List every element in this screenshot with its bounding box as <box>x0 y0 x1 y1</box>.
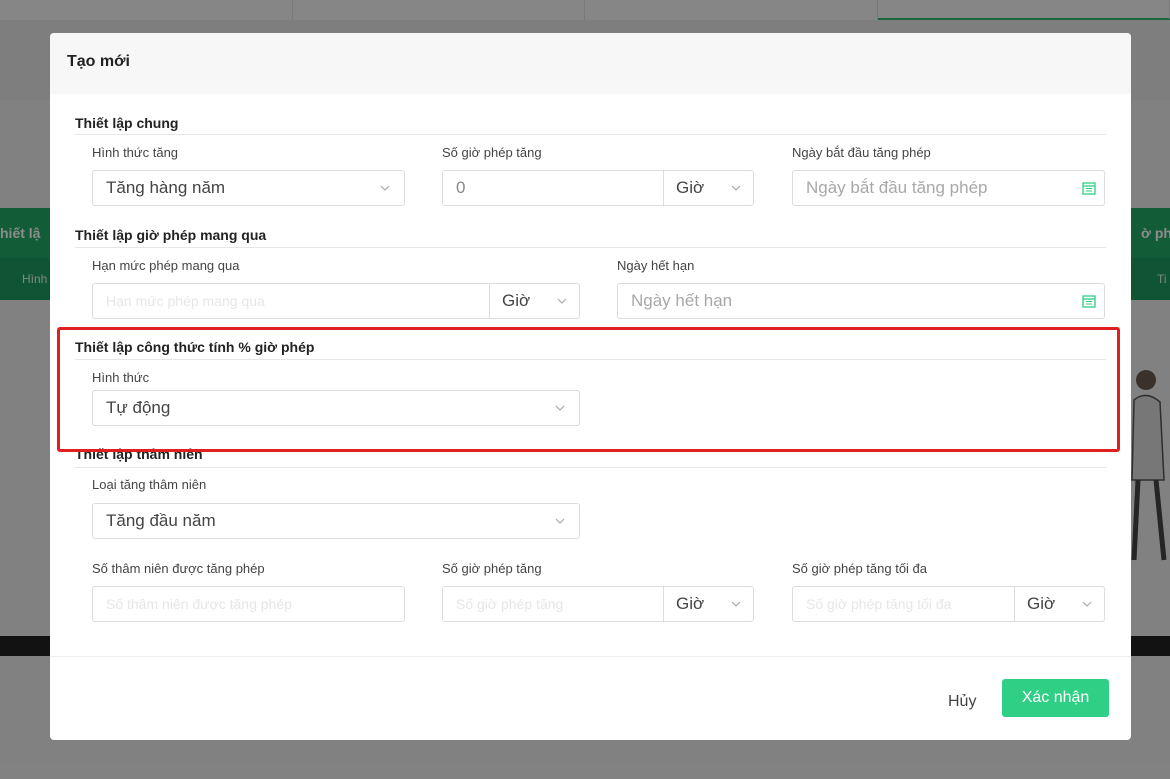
modal-title: Tạo mới <box>67 53 130 70</box>
unit-value: Giờ <box>502 291 531 310</box>
seniority-max-label: Số giờ phép tăng tối đa <box>792 561 928 576</box>
chevron-down-icon <box>555 518 565 524</box>
increase-hours-unit-select[interactable]: Giờ <box>663 171 753 205</box>
section-divider <box>75 467 1106 468</box>
seniority-years-label: Số thâm niên được tăng phép <box>92 561 265 576</box>
start-date-label: Ngày bắt đầu tăng phép <box>792 145 931 160</box>
chevron-down-icon <box>731 185 741 191</box>
seniority-type-label: Loại tăng thâm niên <box>92 477 207 492</box>
footer-divider <box>50 656 1131 657</box>
chevron-down-icon <box>731 601 741 607</box>
carry-limit-label: Hạn mức phép mang qua <box>92 258 240 273</box>
start-date-picker[interactable]: Ngày bắt đầu tăng phép <box>792 170 1105 206</box>
expiry-date-picker[interactable]: Ngày hết hạn <box>617 283 1105 319</box>
section-divider <box>75 134 1106 135</box>
highlight-box <box>57 327 1120 452</box>
unit-value: Giờ <box>676 594 705 613</box>
seniority-max-field: Số giờ phép tăng tối đa Giờ <box>792 586 1105 622</box>
seniority-hours-input[interactable]: Số giờ phép tăng <box>443 596 663 612</box>
seniority-max-input[interactable]: Số giờ phép tăng tối đa <box>793 596 1014 612</box>
unit-value: Giờ <box>676 178 705 197</box>
carry-limit-input[interactable]: Hạn mức phép mang qua <box>93 293 489 309</box>
carry-limit-unit-select[interactable]: Giờ <box>489 284 579 318</box>
confirm-button[interactable]: Xác nhận <box>1002 679 1109 717</box>
section-title-carry: Thiết lập giờ phép mang qua <box>75 227 267 243</box>
increase-hours-input[interactable]: 0 <box>443 178 663 198</box>
chevron-down-icon <box>1082 601 1092 607</box>
seniority-hours-field: Số giờ phép tăng Giờ <box>442 586 754 622</box>
chevron-down-icon <box>557 298 567 304</box>
increase-hours-label: Số giờ phép tăng <box>442 145 542 160</box>
seniority-type-select[interactable]: Tăng đầu năm <box>92 503 580 539</box>
calendar-icon <box>1082 182 1096 195</box>
seniority-hours-unit-select[interactable]: Giờ <box>663 587 753 621</box>
expiry-date-placeholder: Ngày hết hạn <box>631 291 733 310</box>
seniority-years-input[interactable]: Số thâm niên được tăng phép <box>92 586 405 622</box>
increase-hours-field: 0 Giờ <box>442 170 754 206</box>
expiry-date-label: Ngày hết hạn <box>617 258 695 273</box>
modal-header: Tạo mới <box>50 33 1131 94</box>
chevron-down-icon <box>380 185 390 191</box>
increase-type-label: Hình thức tăng <box>92 145 179 160</box>
section-divider <box>75 247 1106 248</box>
carry-limit-field: Hạn mức phép mang qua Giờ <box>92 283 580 319</box>
calendar-icon <box>1082 295 1096 308</box>
increase-type-select[interactable]: Tăng hàng năm <box>92 170 405 206</box>
seniority-years-placeholder: Số thâm niên được tăng phép <box>106 596 292 612</box>
unit-value: Giờ <box>1027 594 1056 613</box>
seniority-max-unit-select[interactable]: Giờ <box>1014 587 1104 621</box>
start-date-placeholder: Ngày bắt đầu tăng phép <box>806 178 988 197</box>
seniority-hours-label: Số giờ phép tăng <box>442 561 542 576</box>
cancel-button[interactable]: Hủy <box>948 687 976 717</box>
seniority-type-value: Tăng đầu năm <box>106 511 216 530</box>
increase-type-value: Tăng hàng năm <box>106 178 226 197</box>
section-title-general: Thiết lập chung <box>75 115 179 131</box>
